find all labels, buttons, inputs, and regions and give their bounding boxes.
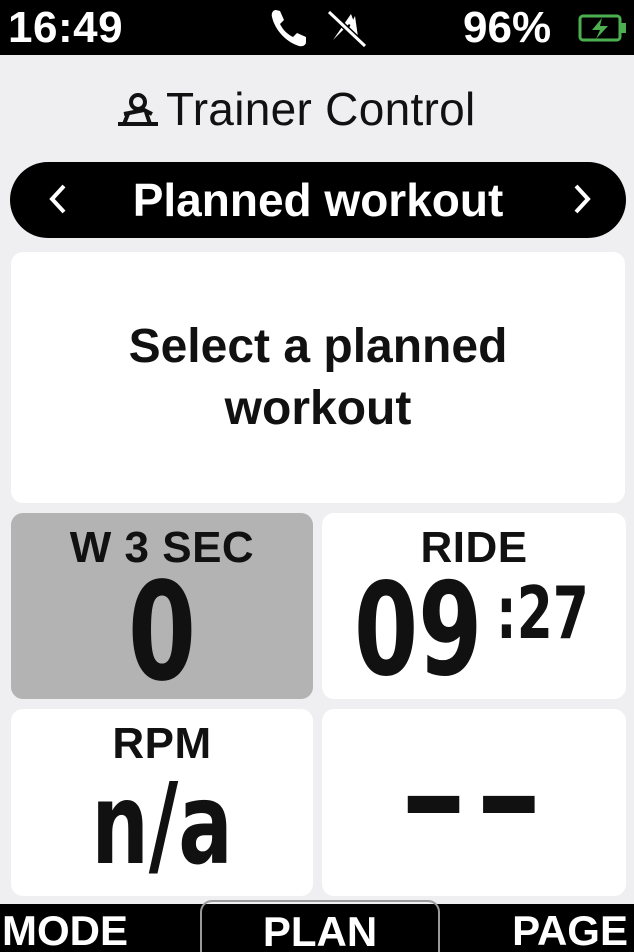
page-button[interactable]: PAGE <box>512 907 628 952</box>
battery-charging-icon <box>578 14 628 42</box>
ride-minutes-value: 09 <box>354 556 483 699</box>
phone-icon <box>268 6 314 50</box>
select-workout-card[interactable]: Select a planned workout <box>11 252 625 503</box>
bottom-button-bar: MODE PLAN PAGE <box>0 900 634 952</box>
status-time: 16:49 <box>8 3 124 52</box>
workout-mode-selector[interactable]: Planned workout <box>10 162 626 238</box>
page-title: Trainer Control <box>166 83 476 135</box>
power-3sec-tile[interactable]: W 3 SEC 0 <box>11 513 313 699</box>
no-signal-icon <box>325 6 369 50</box>
plan-button[interactable]: PLAN <box>200 900 440 952</box>
empty-data-tile[interactable]: -- <box>322 709 626 896</box>
select-workout-message: Select a planned workout <box>128 319 508 435</box>
empty-value: -- <box>398 729 550 868</box>
chevron-right-icon[interactable] <box>568 176 598 222</box>
mode-button[interactable]: MODE <box>2 907 128 952</box>
ride-seconds-value: :27 <box>496 571 589 655</box>
app-header: Trainer Control <box>0 78 634 142</box>
battery-percent: 96% <box>463 3 552 52</box>
status-bar: 16:49 96% <box>0 0 634 55</box>
chevron-left-icon[interactable] <box>42 176 72 222</box>
ride-time-tile[interactable]: RIDE 09 :27 <box>322 513 626 699</box>
trainer-icon <box>114 92 162 128</box>
cadence-value: n/a <box>91 760 233 890</box>
power-value: 0 <box>127 554 197 699</box>
mode-label: Planned workout <box>132 174 504 226</box>
cadence-tile[interactable]: RPM n/a <box>11 709 313 896</box>
